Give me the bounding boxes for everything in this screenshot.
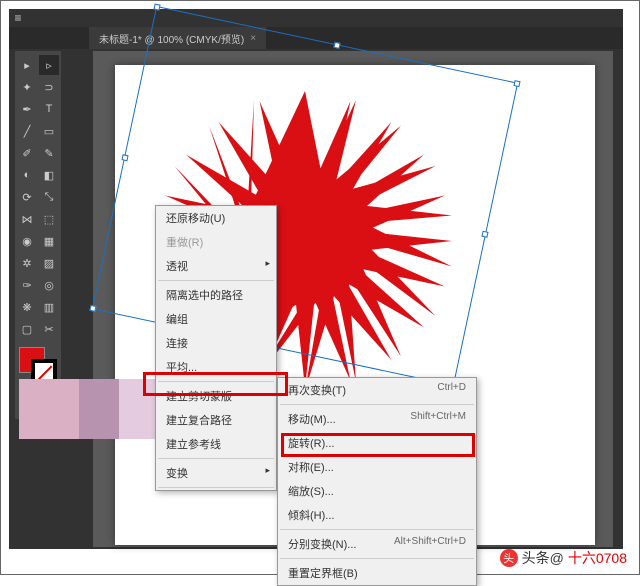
shape-builder-tool[interactable]: ◉ (17, 231, 37, 251)
paintbrush-tool[interactable]: ✐ (17, 143, 37, 163)
menu-separator (158, 458, 274, 459)
color-swatch-panel (17, 345, 59, 381)
width-tool[interactable]: ⋈ (17, 209, 37, 229)
line-tool[interactable]: ╱ (17, 121, 37, 141)
menu-item-6[interactable]: 连接 (156, 331, 276, 355)
pencil-tool[interactable]: ✎ (39, 143, 59, 163)
context-menu: 还原移动(U)重做(R)透视隔离选中的路径编组连接平均... 建立剪切蒙版建立复合… (155, 205, 277, 491)
mesh-tool[interactable]: ✲ (17, 253, 37, 273)
selection-tool[interactable]: ▸ (17, 55, 37, 75)
resize-handle-bl[interactable] (89, 305, 96, 312)
app-header: ≡ (9, 9, 623, 27)
perspective-tool[interactable]: ▦ (39, 231, 59, 251)
column-graph-tool[interactable]: ▥ (39, 297, 59, 317)
submenu-separator (280, 404, 474, 405)
menu-item-4[interactable]: 隔离选中的路径 (156, 283, 276, 307)
submenu-item-2[interactable]: 移动(M)...Shift+Ctrl+M (278, 407, 476, 431)
credit-prefix: 头条@ (522, 548, 564, 568)
resize-handle-ml[interactable] (121, 154, 128, 161)
free-transform-tool[interactable]: ⬚ (39, 209, 59, 229)
submenu-item-8[interactable]: 分别变换(N)...Alt+Shift+Ctrl+D (278, 532, 476, 556)
scale-tool[interactable]: ⤡ (39, 187, 59, 207)
menu-item-9[interactable]: 建立剪切蒙版 (156, 384, 276, 408)
menu-separator (158, 381, 274, 382)
menu-item-10[interactable]: 建立复合路径 (156, 408, 276, 432)
artboard-tool[interactable]: ▢ (17, 319, 37, 339)
attribution: 头 头条@十六0708 (500, 548, 627, 568)
menu-item-5[interactable]: 编组 (156, 307, 276, 331)
menu-separator (158, 280, 274, 281)
rectangle-tool[interactable]: ▭ (39, 121, 59, 141)
close-icon[interactable]: × (250, 33, 256, 44)
submenu-item-6[interactable]: 倾斜(H)... (278, 503, 476, 527)
toolbar: ▸ ▹ ✦ ⊃ ✒ T ╱ ▭ ✐ ✎ ◐ ◧ ⟳ ⤡ ⋈ ⬚ ◉ ▦ ✲ ▨ … (15, 51, 61, 419)
credit-name: 十六0708 (568, 548, 627, 568)
symbol-sprayer-tool[interactable]: ❋ (17, 297, 37, 317)
menu-item-11[interactable]: 建立参考线 (156, 432, 276, 456)
submenu-item-3[interactable]: 旋转(R)... (278, 431, 476, 455)
eyedropper-tool[interactable]: ✑ (17, 275, 37, 295)
submenu-item-10[interactable]: 重置定界框(B) (278, 561, 476, 585)
type-tool[interactable]: T (39, 99, 59, 119)
menu-item-2[interactable]: 透视 (156, 254, 276, 278)
submenu-item-4[interactable]: 对称(E)... (278, 455, 476, 479)
transform-submenu: 再次变换(T)Ctrl+D 移动(M)...Shift+Ctrl+M旋转(R)..… (277, 377, 477, 586)
document-tab[interactable]: 未标题-1* @ 100% (CMYK/预览) × (89, 27, 266, 50)
rotate-tool[interactable]: ⟳ (17, 187, 37, 207)
submenu-separator (280, 529, 474, 530)
eraser-tool[interactable]: ◧ (39, 165, 59, 185)
submenu-item-5[interactable]: 缩放(S)... (278, 479, 476, 503)
pen-tool[interactable]: ✒ (17, 99, 37, 119)
submenu-item-0[interactable]: 再次变换(T)Ctrl+D (278, 378, 476, 402)
menu-item-1: 重做(R) (156, 230, 276, 254)
blob-brush-tool[interactable]: ◐ (17, 165, 37, 185)
tab-bar: 未标题-1* @ 100% (CMYK/预览) × (9, 27, 623, 49)
magic-wand-tool[interactable]: ✦ (17, 77, 37, 97)
app-menu-icon[interactable]: ≡ (9, 9, 27, 27)
menu-separator (158, 487, 274, 488)
slice-tool[interactable]: ✂ (39, 319, 59, 339)
gradient-tool[interactable]: ▨ (39, 253, 59, 273)
submenu-separator (280, 558, 474, 559)
resize-handle-tr[interactable] (513, 80, 520, 87)
tab-title: 未标题-1* @ 100% (CMYK/预览) (99, 31, 244, 46)
toutiao-icon: 头 (500, 549, 518, 567)
direct-selection-tool[interactable]: ▹ (39, 55, 59, 75)
resize-handle-mr[interactable] (481, 231, 488, 238)
menu-item-0[interactable]: 还原移动(U) (156, 206, 276, 230)
menu-item-13[interactable]: 变换 (156, 461, 276, 485)
menu-item-7[interactable]: 平均... (156, 355, 276, 379)
lasso-tool[interactable]: ⊃ (39, 77, 59, 97)
blend-tool[interactable]: ◎ (39, 275, 59, 295)
